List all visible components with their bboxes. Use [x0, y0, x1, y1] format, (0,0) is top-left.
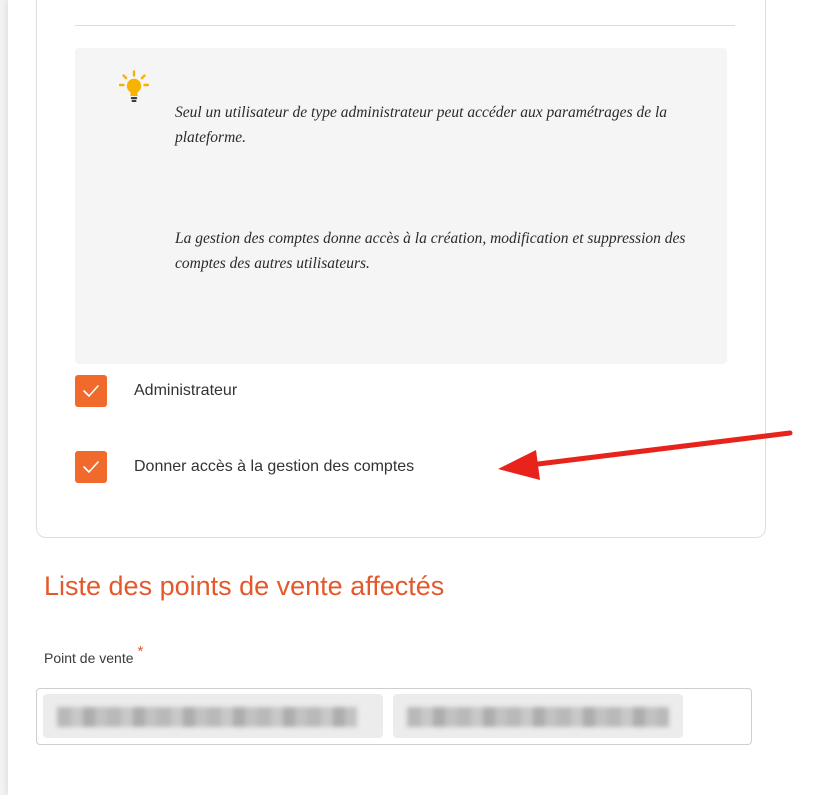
account-management-label: Donner accès à la gestion des comptes: [134, 458, 415, 475]
administrator-label: Administrateur: [134, 382, 238, 399]
point-de-vente-select[interactable]: [36, 688, 752, 745]
administrator-option[interactable]: Administrateur: [75, 375, 237, 407]
point-de-vente-label-text: Point de vente: [44, 650, 134, 666]
account-management-checkbox[interactable]: [75, 451, 107, 483]
redacted-text: [407, 707, 669, 727]
check-icon: [83, 385, 99, 397]
lightbulb-icon: [118, 70, 150, 104]
administrator-checkbox[interactable]: [75, 375, 107, 407]
selected-point-de-vente-chip[interactable]: [393, 694, 683, 738]
page: Seul un utilisateur de type administrate…: [8, 0, 836, 795]
check-icon: [83, 461, 99, 473]
point-de-vente-label: Point de vente *: [44, 643, 143, 667]
info-text-account-management: La gestion des comptes donne accès à la …: [175, 230, 686, 272]
info-box: Seul un utilisateur de type administrate…: [75, 48, 727, 364]
account-management-option[interactable]: Donner accès à la gestion des comptes: [75, 451, 414, 483]
redacted-text: [57, 707, 357, 727]
selected-point-de-vente-chip[interactable]: [43, 694, 383, 738]
info-text-admin: Seul un utilisateur de type administrate…: [175, 104, 668, 146]
divider: [75, 25, 735, 26]
required-marker: *: [137, 643, 144, 660]
section-title: Liste des points de vente affectés: [44, 571, 445, 601]
